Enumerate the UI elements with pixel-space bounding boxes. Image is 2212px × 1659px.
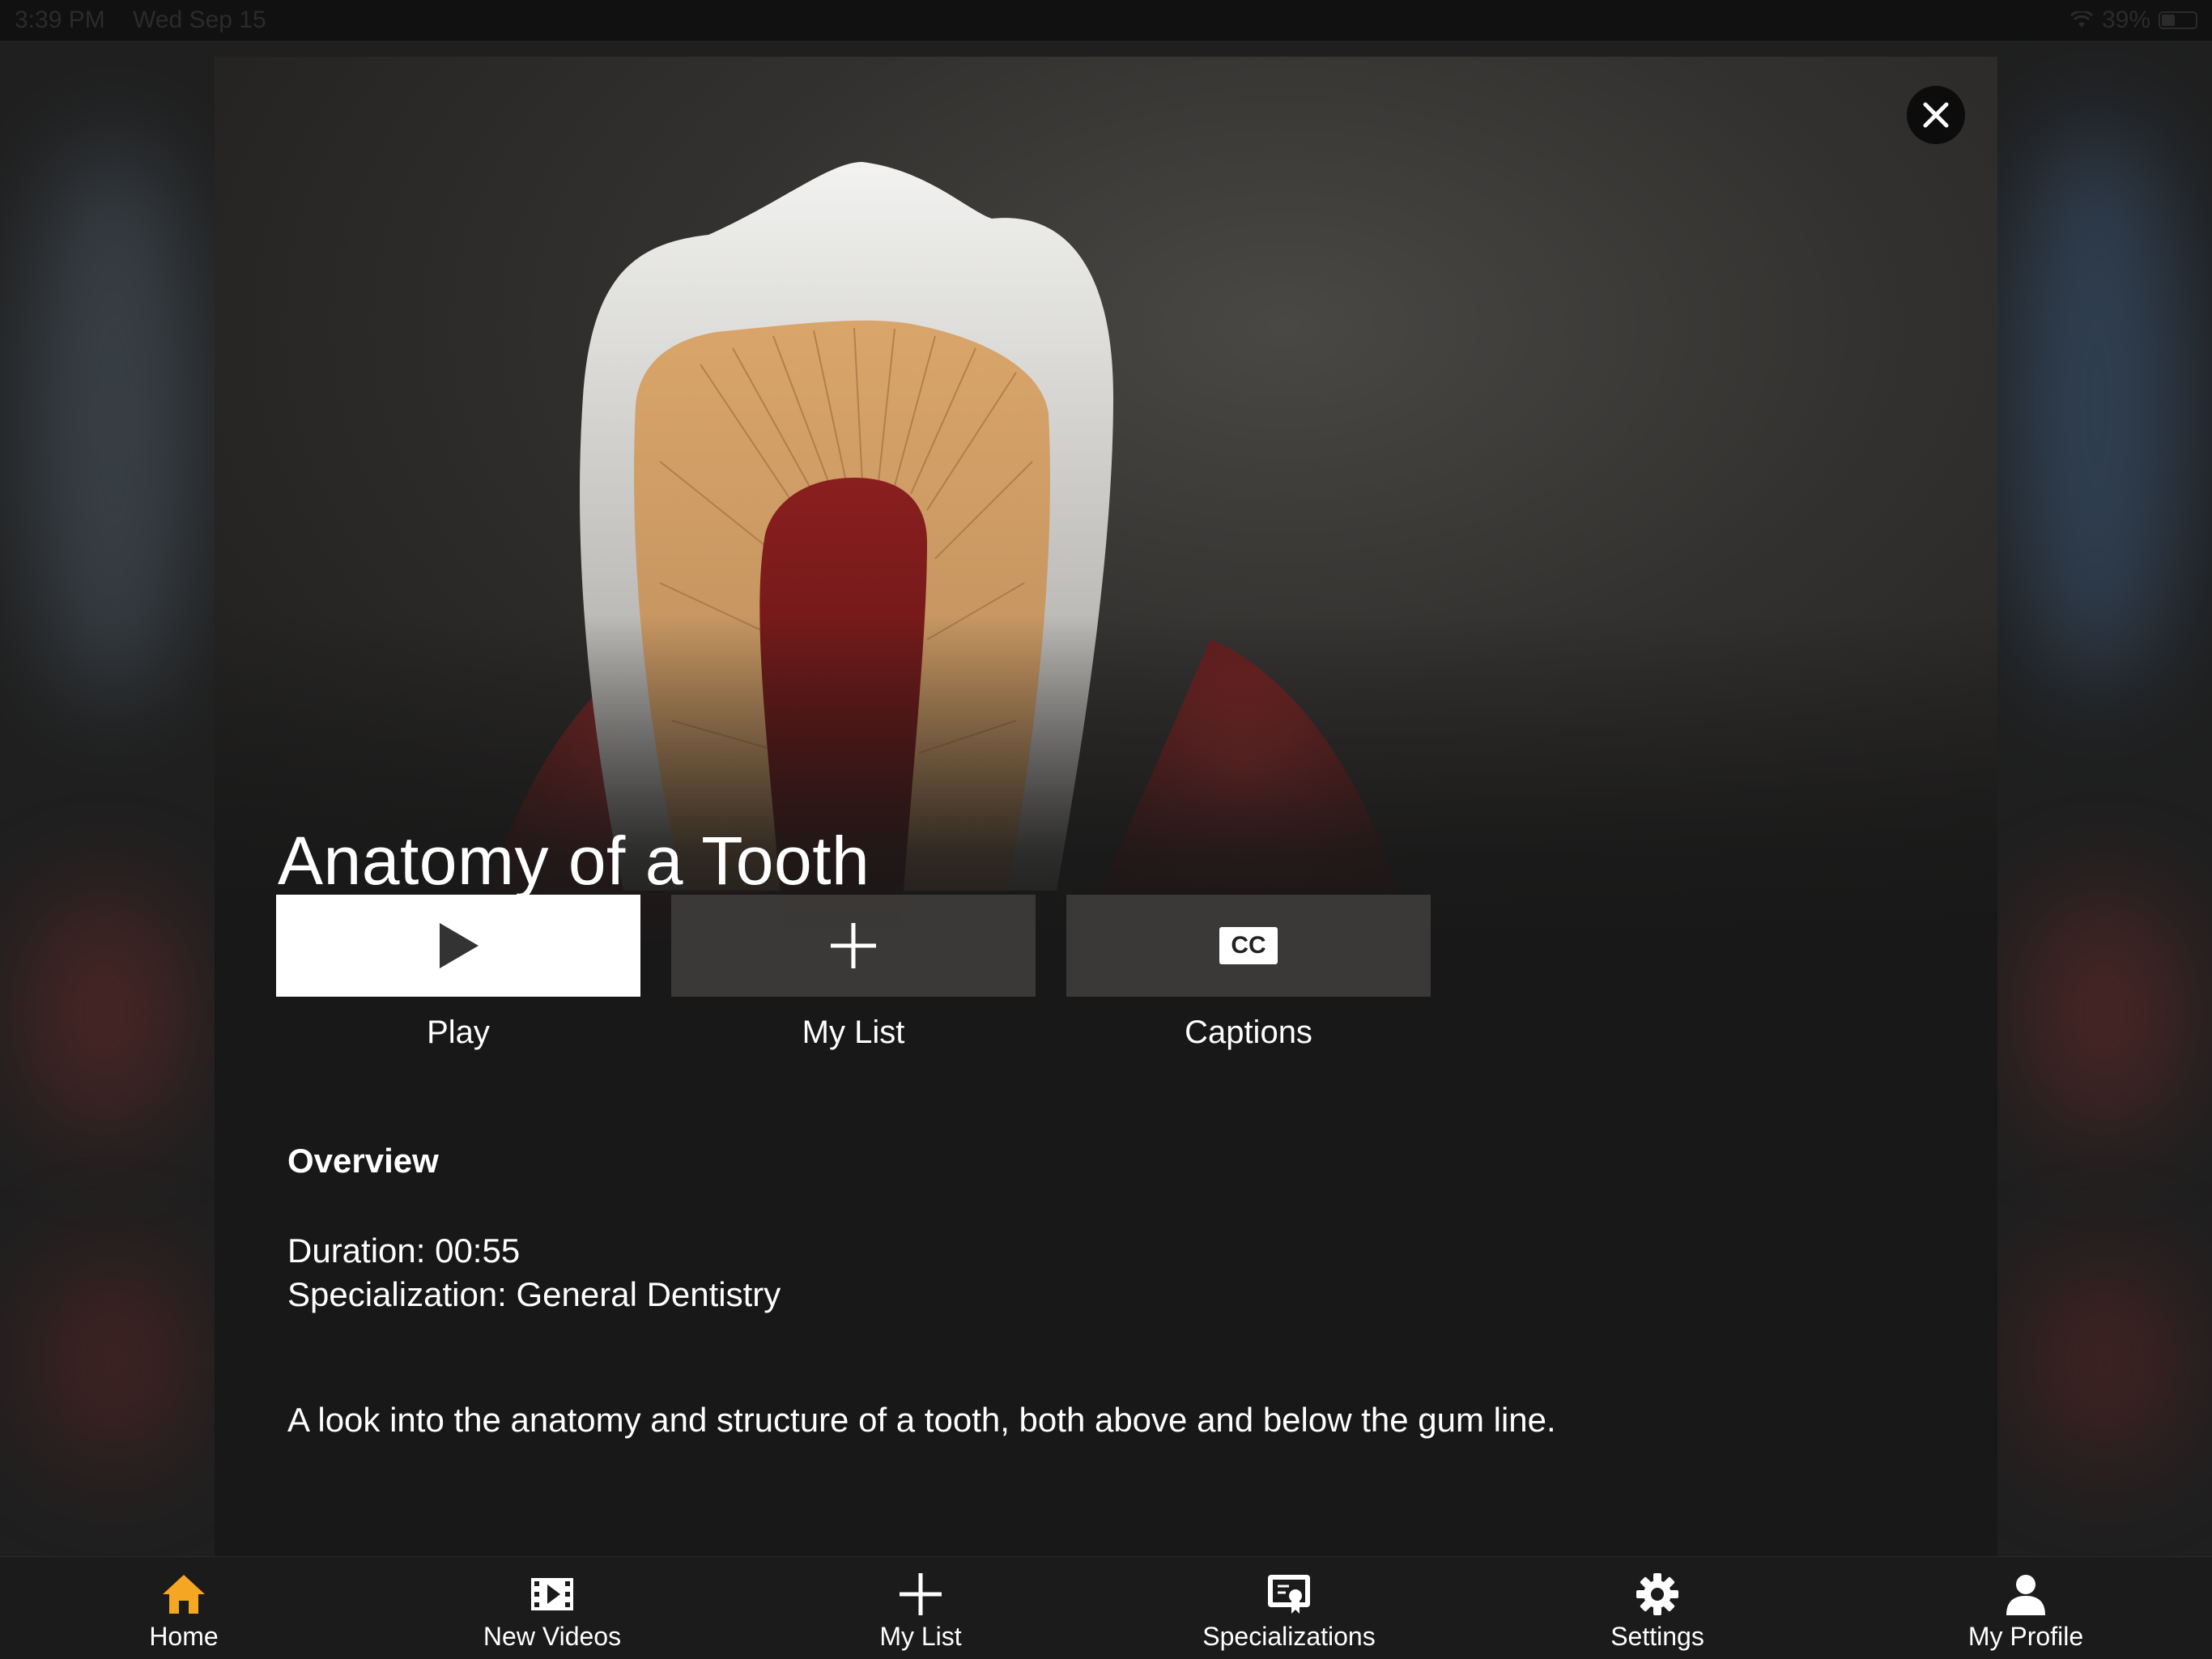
tab-my-profile-label: My Profile: [1967, 1622, 2084, 1651]
video-title: Anatomy of a Tooth: [278, 823, 870, 899]
my-list-action: My List: [671, 895, 1036, 1051]
video-description: A look into the anatomy and structure of…: [287, 1401, 1556, 1439]
gear-icon: [1636, 1573, 1678, 1615]
my-list-label: My List: [802, 1015, 905, 1050]
specialization-text: Specialization: General Dentistry: [287, 1275, 781, 1313]
hero-image: [215, 57, 1997, 955]
overview-heading: Overview: [287, 1142, 439, 1180]
tab-specializations-label: Specializations: [1202, 1622, 1376, 1651]
status-left: 3:39 PM Wed Sep 15: [15, 6, 287, 34]
plus-icon: [900, 1573, 942, 1615]
video-detail-modal: Anatomy of a Tooth Play My List CC Capti…: [215, 57, 1997, 1556]
tab-my-list[interactable]: My List: [799, 1557, 1042, 1659]
play-label: Play: [427, 1015, 490, 1050]
status-date: Wed Sep 15: [133, 6, 266, 33]
play-button[interactable]: [276, 895, 640, 997]
tab-settings[interactable]: Settings: [1536, 1557, 1779, 1659]
play-action: Play: [276, 895, 640, 1051]
captions-button[interactable]: CC: [1066, 895, 1431, 997]
tab-my-profile[interactable]: My Profile: [1904, 1557, 2147, 1659]
status-right: 39%: [2069, 6, 2197, 34]
captions-action: CC Captions: [1066, 895, 1431, 1051]
add-to-my-list-button[interactable]: [671, 895, 1036, 997]
home-icon: [163, 1575, 205, 1614]
tab-bar: Home New Videos My List Specializations …: [0, 1556, 2212, 1658]
certificate-icon: [1268, 1575, 1310, 1614]
status-bar: 3:39 PM Wed Sep 15 39%: [0, 0, 2212, 40]
plus-icon: [831, 923, 876, 968]
tab-new-videos[interactable]: New Videos: [431, 1557, 674, 1659]
video-metadata: Duration: 00:55 Specialization: General …: [287, 1229, 781, 1317]
tab-new-videos-label: New Videos: [483, 1622, 622, 1651]
wifi-icon: [2069, 11, 2093, 28]
tab-home-label: Home: [149, 1622, 219, 1651]
tab-settings-label: Settings: [1610, 1622, 1704, 1651]
film-icon: [531, 1578, 573, 1610]
tab-home[interactable]: Home: [62, 1557, 305, 1659]
close-icon: [1923, 102, 1949, 128]
close-button[interactable]: [1907, 86, 1965, 144]
play-icon: [440, 923, 479, 968]
status-time: 3:39 PM: [15, 6, 105, 33]
battery-percent: 39%: [2101, 6, 2150, 33]
tab-my-list-label: My List: [879, 1622, 962, 1651]
person-icon: [2006, 1575, 2045, 1615]
duration-text: Duration: 00:55: [287, 1231, 521, 1270]
battery-icon: [2159, 11, 2197, 29]
tab-specializations[interactable]: Specializations: [1168, 1557, 1410, 1659]
action-buttons: Play My List CC Captions: [276, 895, 1431, 1051]
closed-captions-icon: CC: [1219, 927, 1278, 964]
captions-label: Captions: [1185, 1015, 1312, 1050]
